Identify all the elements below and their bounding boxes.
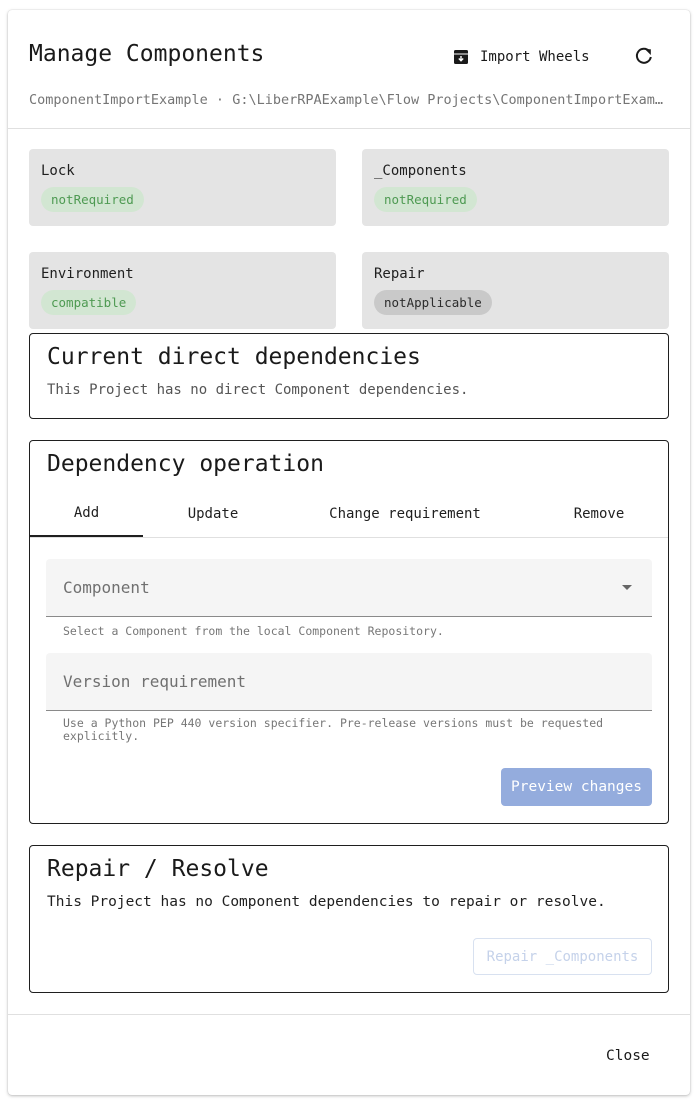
components-status-card: _Components notRequired (362, 149, 669, 226)
component-select[interactable]: Component (46, 559, 652, 617)
component-placeholder: Component (63, 578, 150, 597)
direct-dependencies-heading: Current direct dependencies (47, 344, 421, 370)
tab-change-requirement[interactable]: Change requirement (307, 491, 503, 537)
components-status-chip: notRequired (374, 187, 477, 212)
manage-components-dialog: Manage Components Import Wheels Componen… (8, 10, 690, 1095)
repair-components-button[interactable]: Repair _Components (473, 938, 652, 975)
repair-resolve-heading: Repair / Resolve (47, 856, 269, 882)
operation-tabs: Add Update Change requirement Remove (30, 491, 668, 538)
repair-label: Repair (374, 266, 425, 282)
dialog-header: Manage Components Import Wheels Componen… (8, 10, 690, 129)
version-hint: Use a Python PEP 440 version specifier. … (63, 716, 604, 743)
preview-changes-button[interactable]: Preview changes (501, 768, 652, 806)
lock-status-chip: notRequired (41, 187, 144, 212)
environment-status-chip: compatible (41, 290, 137, 315)
dialog-footer: Close (8, 1014, 690, 1095)
refresh-icon (635, 47, 652, 64)
repair-status-chip: notApplicable (374, 290, 492, 315)
dialog-title: Manage Components (29, 41, 265, 67)
tab-update[interactable]: Update (150, 491, 276, 537)
archive-icon (454, 50, 468, 64)
direct-dependencies-empty-text: This Project has no direct Component dep… (47, 382, 469, 398)
import-wheels-button[interactable]: Import Wheels (444, 42, 600, 72)
lock-status-card: Lock notRequired (29, 149, 336, 226)
chevron-down-icon (622, 585, 632, 590)
refresh-button[interactable] (628, 40, 660, 72)
environment-label: Environment (41, 266, 134, 282)
version-requirement-field[interactable]: Version requirement (46, 653, 652, 711)
tab-add[interactable]: Add (30, 491, 143, 537)
components-label: _Components (374, 163, 467, 179)
close-button[interactable]: Close (600, 1044, 656, 1068)
environment-status-card: Environment compatible (29, 252, 336, 329)
repair-status-card: Repair notApplicable (362, 252, 669, 329)
repair-resolve-text: This Project has no Component dependenci… (47, 894, 606, 910)
project-path: ComponentImportExample · G:\LiberRPAExam… (29, 92, 669, 108)
direct-dependencies-section: Current direct dependencies This Project… (29, 333, 669, 419)
dependency-operation-section: Dependency operation Add Update Change r… (29, 440, 669, 824)
component-hint: Select a Component from the local Compon… (63, 624, 444, 638)
import-wheels-label: Import Wheels (480, 49, 590, 65)
dependency-operation-heading: Dependency operation (47, 451, 324, 477)
lock-label: Lock (41, 163, 75, 179)
repair-resolve-section: Repair / Resolve This Project has no Com… (29, 845, 669, 993)
tab-remove[interactable]: Remove (550, 491, 648, 537)
version-placeholder: Version requirement (63, 672, 247, 691)
